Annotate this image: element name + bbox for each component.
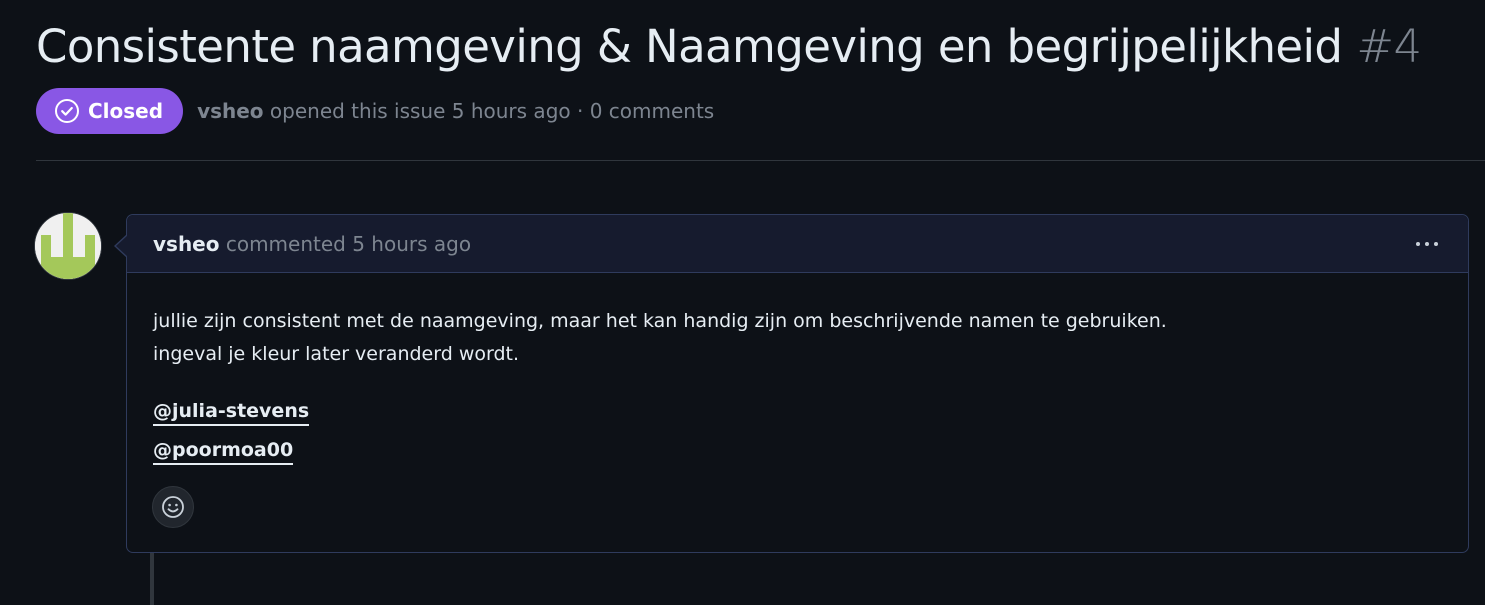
smiley-icon bbox=[162, 496, 184, 518]
comment-timestamp[interactable]: commented 5 hours ago bbox=[226, 232, 471, 256]
comment-body-line: jullie zijn consistent met de naamgeving… bbox=[153, 310, 1167, 332]
mention-link-julia-stevens[interactable]: @julia-stevens bbox=[153, 398, 310, 426]
kebab-horizontal-icon[interactable] bbox=[1412, 238, 1442, 250]
issue-meta-text: vsheo opened this issue 5 hours ago · 0 … bbox=[197, 99, 714, 123]
comment-header-text: vsheo commented 5 hours ago bbox=[153, 232, 471, 256]
header-divider bbox=[36, 160, 1485, 161]
status-badge: Closed bbox=[36, 88, 184, 134]
add-reaction-button[interactable] bbox=[152, 486, 194, 528]
comment-card: vsheo commented 5 hours ago jullie zijn … bbox=[126, 214, 1469, 553]
issue-page: Consistente naamgeving & Naamgeving en b… bbox=[0, 0, 1485, 605]
avatar-identicon bbox=[35, 213, 101, 279]
status-label: Closed bbox=[88, 99, 164, 123]
issue-author-link[interactable]: vsheo bbox=[197, 99, 263, 123]
comment-author-link[interactable]: vsheo bbox=[153, 232, 219, 256]
mention-link-poormoa00[interactable]: @poormoa00 bbox=[153, 437, 294, 465]
comment-arrow-inner bbox=[116, 235, 128, 257]
check-circle-icon bbox=[54, 98, 80, 124]
issue-title: Consistente naamgeving & Naamgeving en b… bbox=[36, 20, 1343, 73]
issue-meta-suffix: opened this issue 5 hours ago · 0 commen… bbox=[269, 99, 715, 123]
issue-header: Consistente naamgeving & Naamgeving en b… bbox=[36, 18, 1485, 134]
comment-header: vsheo commented 5 hours ago bbox=[127, 215, 1468, 273]
issue-number: #4 bbox=[1356, 20, 1422, 73]
title-row: Consistente naamgeving & Naamgeving en b… bbox=[36, 18, 1485, 76]
issue-meta: Closed vsheo opened this issue 5 hours a… bbox=[36, 88, 1485, 134]
comment-body: jullie zijn consistent met de naamgeving… bbox=[127, 273, 1468, 473]
mentions: @julia-stevens @poormoa00 bbox=[153, 395, 1442, 473]
timeline-line bbox=[150, 553, 154, 605]
comment-body-line: ingeval je kleur later veranderd wordt. bbox=[153, 343, 520, 365]
avatar[interactable] bbox=[35, 213, 101, 279]
